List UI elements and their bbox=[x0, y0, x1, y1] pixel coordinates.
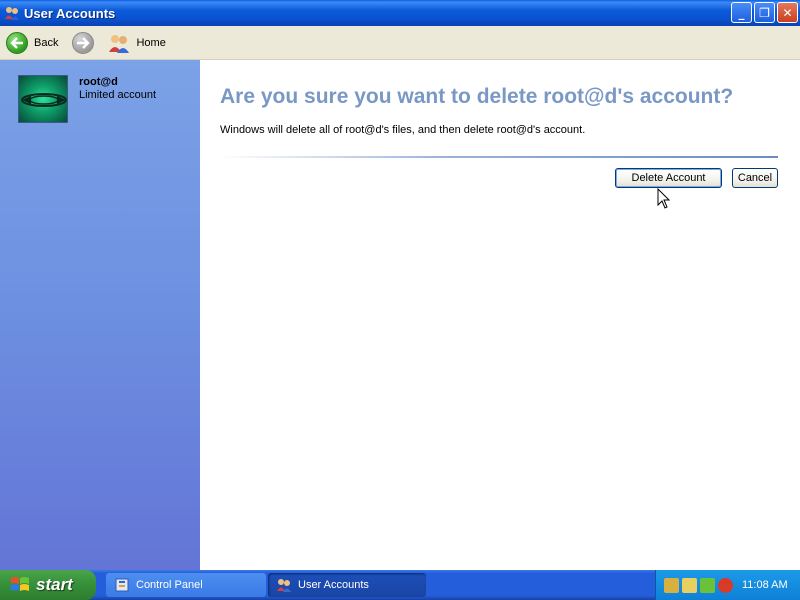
back-button[interactable]: Back bbox=[4, 29, 60, 57]
windows-logo-icon bbox=[10, 575, 30, 595]
main-content: Are you sure you want to delete root@d's… bbox=[200, 60, 800, 570]
system-tray: 11:08 AM bbox=[655, 570, 800, 600]
taskbar-item-label: Control Panel bbox=[136, 579, 203, 591]
mouse-cursor-icon bbox=[657, 187, 671, 210]
security-shield-icon[interactable] bbox=[718, 577, 733, 593]
title-bar: User Accounts _ ❐ ✕ bbox=[0, 0, 800, 26]
home-button[interactable]: Home bbox=[106, 29, 167, 57]
maximize-icon: ❐ bbox=[759, 5, 770, 20]
network-icon[interactable] bbox=[682, 577, 697, 593]
users-icon bbox=[276, 577, 292, 593]
navigation-toolbar: Back Home bbox=[0, 26, 800, 60]
page-title: Are you sure you want to delete root@d's… bbox=[220, 85, 734, 108]
description-text: Windows will delete all of root@d's file… bbox=[220, 124, 586, 136]
close-icon: ✕ bbox=[782, 5, 793, 20]
back-arrow-icon bbox=[6, 31, 28, 54]
update-icon[interactable] bbox=[700, 577, 715, 593]
close-button[interactable]: ✕ bbox=[777, 2, 798, 23]
taskbar-item-control-panel[interactable]: Control Panel bbox=[106, 573, 266, 597]
divider bbox=[220, 156, 778, 158]
user-picture bbox=[18, 75, 68, 123]
start-label: start bbox=[36, 575, 73, 594]
back-label: Back bbox=[34, 36, 59, 49]
taskbar-item-label: User Accounts bbox=[298, 579, 369, 591]
users-icon bbox=[4, 5, 20, 21]
minimize-button[interactable]: _ bbox=[731, 2, 752, 23]
taskbar: start Control Panel User Accounts 11:08 bbox=[0, 570, 800, 600]
users-home-icon bbox=[108, 33, 130, 53]
home-label: Home bbox=[136, 36, 166, 49]
forward-arrow-icon bbox=[72, 31, 95, 54]
user-name: root@d bbox=[79, 76, 118, 88]
minimize-icon: _ bbox=[738, 5, 745, 20]
delete-account-button[interactable]: Delete Account bbox=[615, 168, 722, 188]
clock: 11:08 AM bbox=[742, 579, 788, 591]
taskbar-item-user-accounts[interactable]: User Accounts bbox=[268, 573, 426, 597]
account-type: Limited account bbox=[79, 89, 157, 101]
sidebar: root@d Limited account bbox=[0, 60, 200, 570]
cancel-button[interactable]: Cancel bbox=[732, 168, 778, 188]
forward-button[interactable] bbox=[70, 29, 96, 57]
control-panel-icon bbox=[114, 577, 130, 593]
maximize-button[interactable]: ❐ bbox=[754, 2, 775, 23]
window-title: User Accounts bbox=[24, 5, 116, 21]
start-button[interactable]: start bbox=[0, 570, 96, 600]
user-tray-icon[interactable] bbox=[664, 577, 679, 593]
